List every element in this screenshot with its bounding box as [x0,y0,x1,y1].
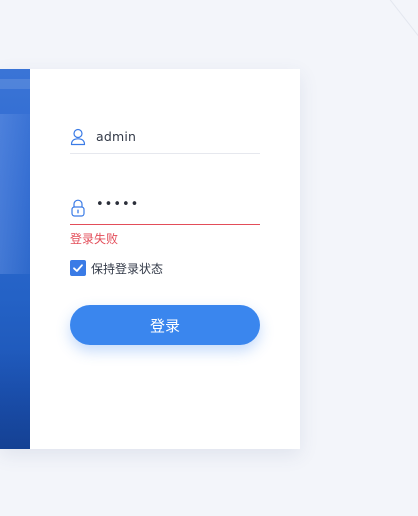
user-icon [70,128,86,146]
remember-me-checkbox[interactable] [70,260,86,276]
decorative-line [385,0,418,43]
remember-me[interactable]: 保持登录状态 [70,259,163,277]
username-value[interactable]: admin [96,129,136,144]
username-field[interactable]: admin [70,123,260,154]
checkmark-icon [73,264,83,272]
lock-icon [70,199,86,217]
login-button[interactable]: 登录 [70,305,260,345]
login-error-message: 登录失败 [70,232,119,246]
password-field[interactable]: ••••• [70,194,260,225]
login-card: admin ••••• 登录失败 保持登录状态 登录 [0,69,300,449]
login-page: admin ••••• 登录失败 保持登录状态 登录 [0,0,418,516]
password-value[interactable]: ••••• [96,197,139,212]
side-image [0,69,30,449]
remember-me-label[interactable]: 保持登录状态 [91,260,163,277]
